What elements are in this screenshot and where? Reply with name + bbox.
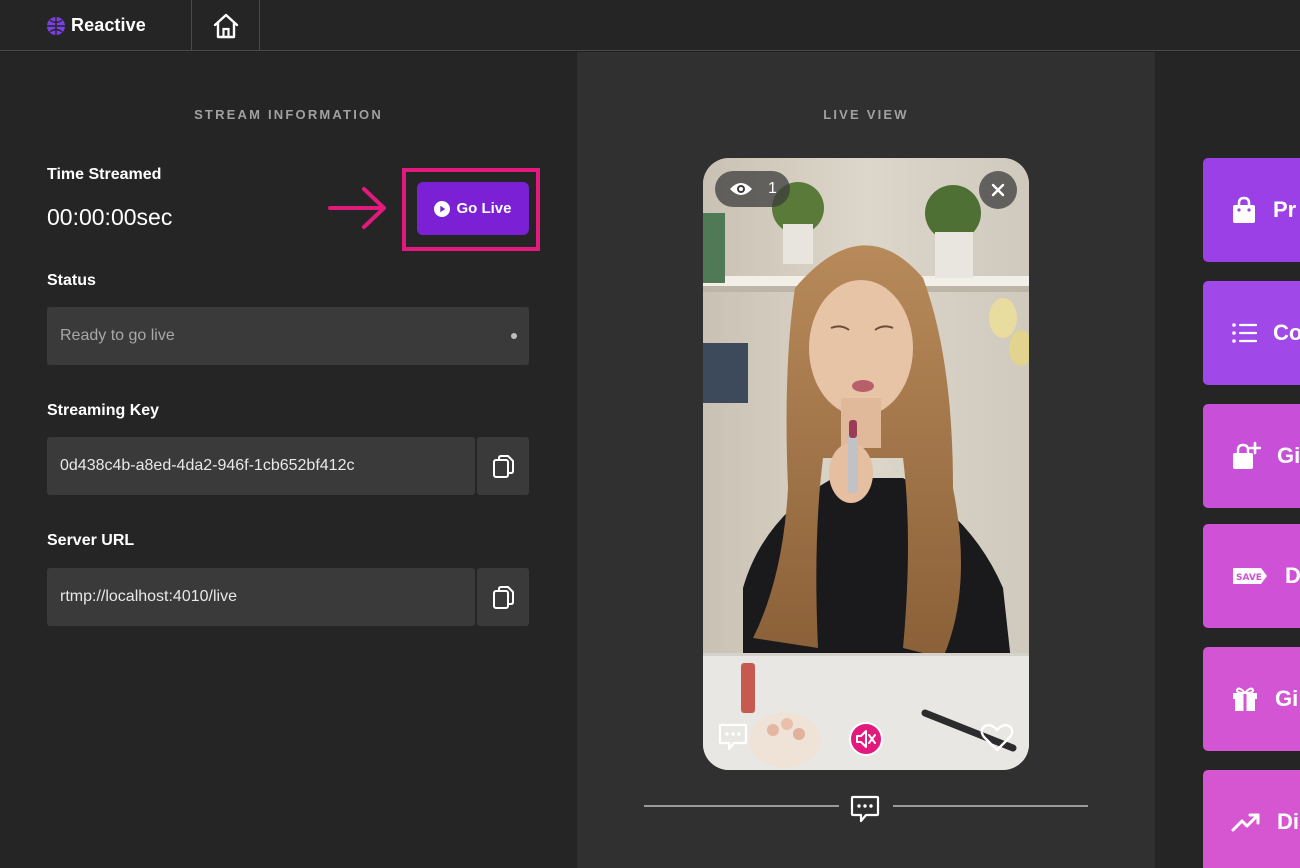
mute-icon[interactable] [848,721,884,757]
home-icon [213,13,238,38]
play-icon [434,200,451,217]
action-gift-button[interactable]: Gi [1203,647,1300,751]
close-icon [991,183,1005,197]
close-preview-button[interactable] [979,171,1017,209]
status-field: Ready to go live [47,307,529,365]
chat-icon[interactable] [717,720,749,752]
status-indicator-dot [511,333,517,339]
arrow-right-icon [328,187,386,229]
action-label: Pr [1273,197,1297,222]
stream-information-title: STREAM INFORMATION [194,107,383,122]
copy-icon [493,455,514,478]
viewer-count: 1 [768,180,777,197]
time-streamed-value: 00:00:00sec [47,204,173,230]
eye-icon [730,183,752,195]
action-label: Co [1273,320,1300,345]
globe-logo-icon [47,16,65,35]
action-label: Gi [1277,443,1300,468]
action-label: Di [1285,563,1300,588]
copy-server-url-button[interactable] [477,568,529,626]
chat-divider-left [644,805,839,807]
action-dashboard-button[interactable]: Di [1203,770,1300,868]
gift-add-icon [1233,441,1261,469]
status-label: Status [47,272,96,289]
video-frame-image [703,158,1029,770]
viewer-count-badge: 1 [715,171,790,207]
streaming-key-label: Streaming Key [47,402,160,419]
live-view-panel: LIVE VIEW 1 [577,52,1155,868]
copy-streaming-key-button[interactable] [477,437,529,495]
action-products-button[interactable]: Pr [1203,158,1300,262]
status-value: Ready to go live [60,327,175,344]
go-live-button[interactable]: Go Live [417,182,529,235]
top-bar: Reactive [0,0,1300,51]
server-url-field[interactable]: rtmp://localhost:4010/live [47,568,475,626]
action-label: Di [1277,809,1299,834]
copy-icon [493,586,514,609]
action-label: Gi [1275,686,1299,711]
trending-up-icon [1231,813,1260,832]
svg-text:SAVE: SAVE [1236,573,1262,583]
actions-panel: Pr Co Gi SAVE Di Gi [1155,52,1300,868]
home-button[interactable] [192,0,260,51]
live-video-preview[interactable]: 1 [703,158,1029,770]
time-streamed-label: Time Streamed [47,166,162,183]
shopping-bag-icon [1233,196,1255,223]
brand-name: Reactive [71,15,146,35]
action-giveaway-button[interactable]: Gi [1203,404,1300,508]
save-tag-icon: SAVE [1233,568,1267,584]
gift-icon [1233,687,1257,711]
streaming-key-field[interactable]: 0d438c4b-a8ed-4da2-946f-1cb652bf412c [47,437,475,495]
list-icon [1232,323,1257,343]
go-live-label: Go Live [456,200,512,217]
server-url-value: rtmp://localhost:4010/live [60,588,237,605]
stream-information-panel: STREAM INFORMATION Time Streamed 00:00:0… [0,52,577,868]
server-url-label: Server URL [47,532,135,549]
brand[interactable]: Reactive [0,0,192,51]
heart-icon[interactable] [980,723,1014,753]
action-comments-button[interactable]: Co [1203,281,1300,385]
streaming-key-value: 0d438c4b-a8ed-4da2-946f-1cb652bf412c [60,457,355,474]
action-discount-button[interactable]: SAVE Di [1203,524,1300,628]
chat-divider-right [893,805,1088,807]
chat-toggle-icon[interactable] [849,792,881,824]
live-view-title: LIVE VIEW [823,107,909,122]
